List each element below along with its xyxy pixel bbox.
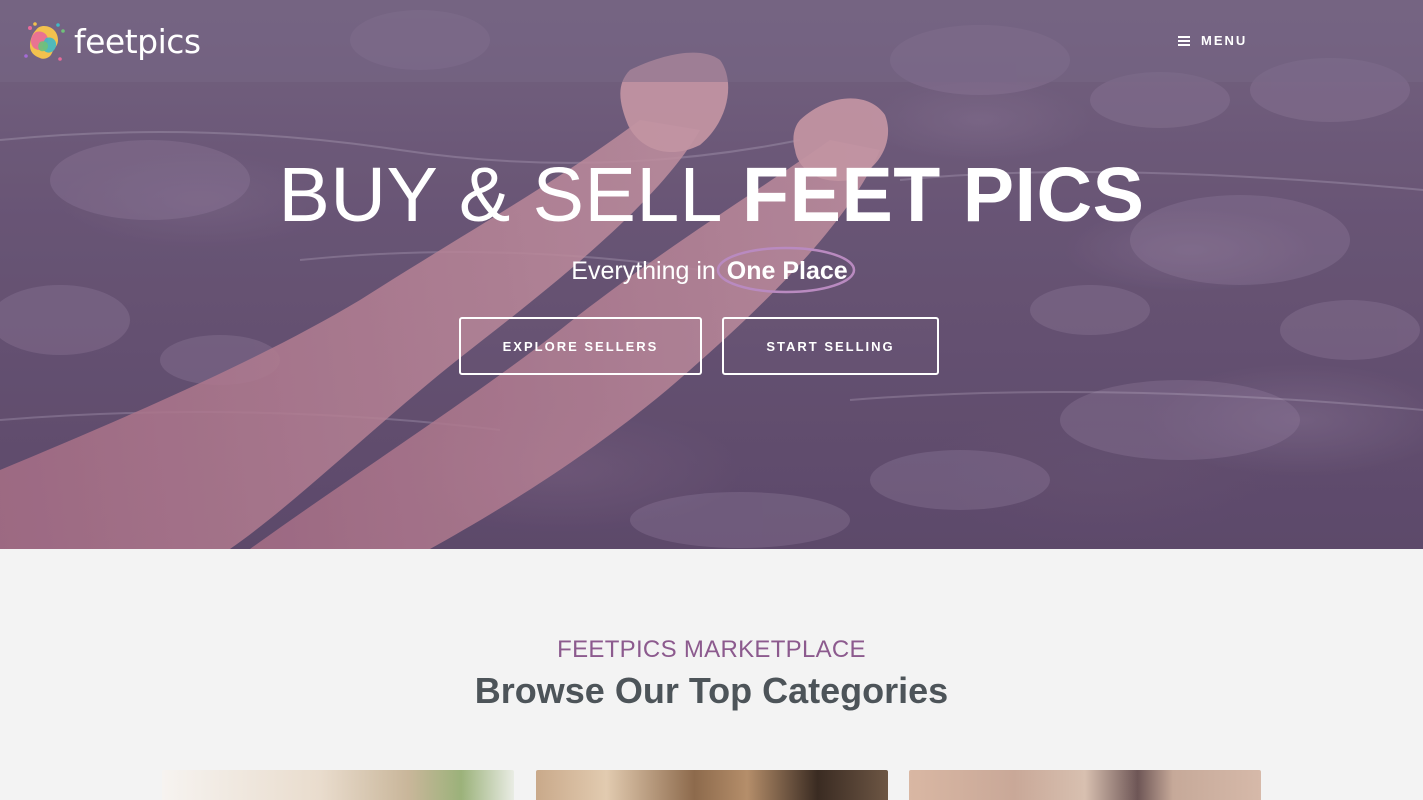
- logo-text: feetpics: [74, 22, 201, 61]
- hero-headline: BUY & SELL FEET PICS: [0, 150, 1423, 240]
- headline-light: BUY & SELL: [278, 152, 721, 238]
- multicolor-feet-logo-icon: [22, 20, 66, 64]
- site-logo[interactable]: feetpics: [22, 20, 201, 64]
- section-title: Browse Our Top Categories: [474, 670, 949, 711]
- category-card-image[interactable]: [536, 770, 888, 800]
- category-card-image[interactable]: [909, 770, 1261, 800]
- category-card-image[interactable]: [162, 770, 514, 800]
- subline-prefix: Everything in: [571, 257, 716, 285]
- hero-subline: Everything in One Place: [0, 246, 1423, 294]
- start-selling-button[interactable]: START SELLING: [722, 317, 939, 375]
- categories-section: FEETPICS MARKETPLACE Browse Our Top Cate…: [0, 549, 1423, 800]
- hamburger-icon: [1178, 35, 1190, 46]
- section-eyebrow: FEETPICS MARKETPLACE: [557, 636, 866, 663]
- site-header: feetpics MENU: [0, 0, 1423, 82]
- subline-highlight-wrap: One Place: [716, 246, 856, 294]
- menu-button[interactable]: MENU: [1178, 33, 1247, 48]
- headline-bold: FEET PICS: [742, 152, 1145, 238]
- subline-highlight: One Place: [726, 257, 848, 285]
- explore-sellers-button[interactable]: EXPLORE SELLERS: [459, 317, 702, 375]
- menu-label: MENU: [1201, 33, 1248, 48]
